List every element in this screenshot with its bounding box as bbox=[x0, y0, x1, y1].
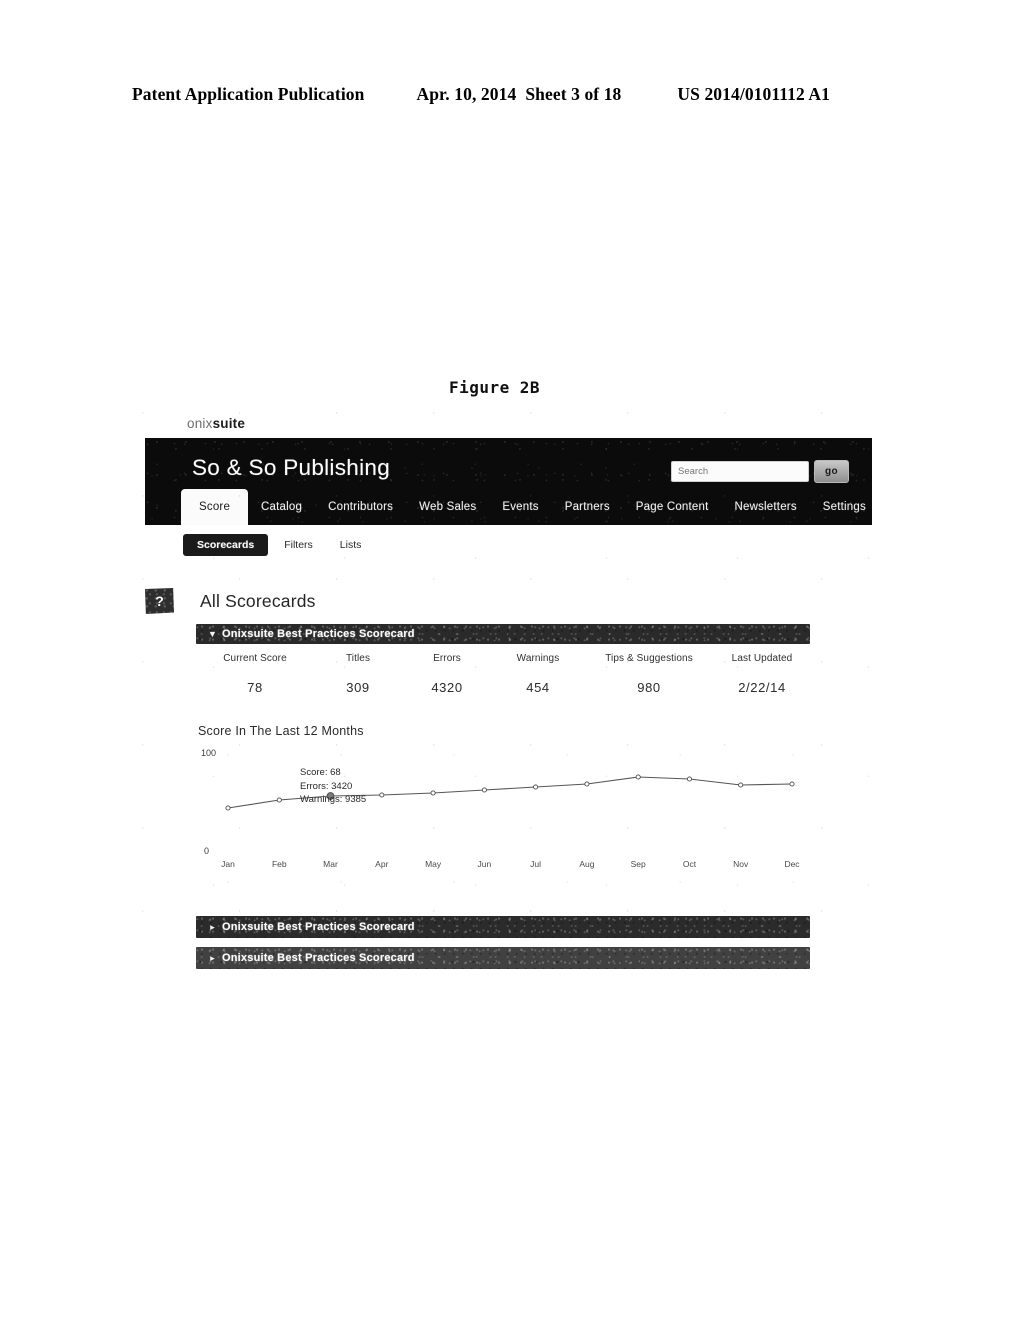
x-tick-aug: Aug bbox=[579, 859, 595, 869]
stat-header: Current Score bbox=[223, 653, 287, 664]
subnav-item-lists[interactable]: Lists bbox=[329, 535, 373, 555]
subnav-item-scorecards[interactable]: Scorecards bbox=[183, 534, 269, 556]
x-tick-oct: Oct bbox=[682, 859, 697, 869]
search-input[interactable] bbox=[671, 461, 809, 482]
chart-point-aug[interactable] bbox=[584, 781, 590, 787]
tooltip-errors: Errors: 3420 bbox=[300, 780, 353, 792]
sub-navigation: Scorecards Filters Lists bbox=[183, 534, 372, 556]
patent-date: Apr. 10, 2014 bbox=[416, 84, 517, 104]
app-title: So & So Publishing bbox=[192, 455, 391, 480]
page-title: All Scorecards bbox=[200, 590, 316, 611]
scorecard-accordion-expanded[interactable]: ▼ Onixsuite Best Practices Scorecard bbox=[196, 624, 810, 644]
search-area: go bbox=[671, 460, 849, 483]
scorecard-accordion-label: Onixsuite Best Practices Scorecard bbox=[222, 952, 415, 964]
tab-newsletters[interactable]: Newsletters bbox=[722, 489, 810, 525]
subnav-item-filters[interactable]: Filters bbox=[273, 535, 324, 555]
tab-partners[interactable]: Partners bbox=[552, 489, 623, 525]
chart-point-jul[interactable] bbox=[533, 784, 539, 790]
scorecard-stats-table: Current Score 78 Titles 309 Errors 4320 … bbox=[196, 653, 810, 695]
stat-value: 980 bbox=[637, 680, 661, 695]
tab-catalog[interactable]: Catalog bbox=[248, 489, 315, 525]
stat-warnings: Warnings 454 bbox=[492, 653, 584, 695]
stat-value: 78 bbox=[247, 680, 263, 695]
chart-point-oct[interactable] bbox=[686, 776, 693, 782]
chevron-right-icon: ▸ bbox=[210, 921, 215, 932]
stat-errors: Errors 4320 bbox=[402, 653, 492, 695]
scorecard-accordion-label: Onixsuite Best Practices Scorecard bbox=[222, 628, 415, 640]
x-tick-jul: Jul bbox=[530, 859, 542, 869]
help-question-icon[interactable]: ? bbox=[145, 588, 174, 614]
patent-publication-label: Patent Application Publication bbox=[132, 84, 365, 104]
stat-value: 309 bbox=[346, 680, 370, 695]
stat-tips-suggestions: Tips & Suggestions 980 bbox=[584, 653, 714, 695]
chart-point-apr[interactable] bbox=[379, 792, 385, 798]
stat-header: Errors bbox=[433, 653, 461, 664]
x-axis-tick-labels: Jan Feb Mar Apr May Jun Jul Aug Sep Oct Nov Dec bbox=[196, 859, 810, 873]
x-tick-dec: Dec bbox=[784, 859, 800, 869]
figure-number: 2B bbox=[519, 378, 541, 397]
stat-header: Titles bbox=[345, 653, 371, 664]
patent-date-sheet: Apr. 10, 2014 Sheet 3 of 18 bbox=[416, 84, 621, 105]
tooltip-warnings: Warnings: 9385 bbox=[300, 794, 367, 805]
tab-contributors[interactable]: Contributors bbox=[315, 489, 406, 525]
figure-label: Figure bbox=[449, 378, 510, 397]
scorecard-accordion-collapsed-2[interactable]: ▸ Onixsuite Best Practices Scorecard bbox=[196, 947, 810, 969]
chevron-right-icon: ▸ bbox=[210, 952, 215, 963]
stat-value: 4320 bbox=[431, 680, 463, 695]
chart-plot-svg bbox=[225, 774, 795, 811]
scorecard-accordion-label: Onixsuite Best Practices Scorecard bbox=[222, 921, 415, 933]
chart-point-jun[interactable] bbox=[481, 787, 487, 793]
stat-titles: Titles 309 bbox=[314, 653, 402, 695]
tooltip-score: Score: 68 bbox=[300, 767, 341, 778]
tab-events[interactable]: Events bbox=[489, 489, 551, 525]
stat-header: Last Updated bbox=[731, 653, 793, 664]
x-tick-feb: Feb bbox=[271, 859, 287, 869]
x-tick-jan: Jan bbox=[221, 859, 235, 869]
x-tick-apr: Apr bbox=[375, 859, 389, 869]
chart-point-dec[interactable] bbox=[789, 781, 795, 787]
x-tick-may: May bbox=[425, 859, 442, 869]
tab-settings[interactable]: Settings bbox=[810, 489, 872, 525]
x-tick-mar: Mar bbox=[323, 859, 338, 869]
brand-bold-part: suite bbox=[212, 416, 246, 431]
chevron-down-icon: ▼ bbox=[208, 628, 217, 639]
stat-header: Warnings bbox=[516, 653, 560, 664]
patent-page-header: Patent Application Publication Apr. 10, … bbox=[132, 84, 888, 105]
onixsuite-logo: onixsuite bbox=[187, 416, 245, 431]
chart-tooltip: Score: 68 Errors: 3420 Warnings: 9385 bbox=[300, 766, 366, 807]
stat-last-updated: Last Updated 2/22/14 bbox=[714, 653, 810, 695]
stat-value: 2/22/14 bbox=[738, 680, 786, 695]
tab-web-sales[interactable]: Web Sales bbox=[406, 489, 489, 525]
stat-header: Tips & Suggestions bbox=[605, 653, 693, 664]
chart-point-nov[interactable] bbox=[738, 782, 744, 788]
stat-current-score: Current Score 78 bbox=[196, 653, 314, 695]
screenshot-region: onixsuite So & So Publishing go Score Ca… bbox=[131, 398, 889, 983]
x-tick-sep: Sep bbox=[630, 859, 646, 869]
chart-title: Score In The Last 12 Months bbox=[198, 724, 364, 738]
chart-point-feb[interactable] bbox=[276, 797, 282, 803]
patent-sheet: Sheet 3 of 18 bbox=[525, 84, 622, 104]
x-tick-nov: Nov bbox=[733, 859, 749, 869]
chart-point-sep[interactable] bbox=[635, 774, 641, 780]
tab-score[interactable]: Score bbox=[181, 489, 249, 525]
main-navigation: Score Catalog Contributors Web Sales Eve… bbox=[181, 489, 872, 525]
score-line-chart: 100 0 Score: 68 Errors: 3420 Warnings: 9… bbox=[196, 746, 810, 876]
x-tick-jun: Jun bbox=[477, 859, 492, 869]
scorecard-accordion-collapsed-1[interactable]: ▸ Onixsuite Best Practices Scorecard bbox=[196, 916, 810, 938]
patent-number: US 2014/0101112 A1 bbox=[677, 84, 830, 104]
chart-point-may[interactable] bbox=[430, 790, 436, 796]
figure-caption: Figure 2B bbox=[449, 378, 540, 397]
app-header-bar: So & So Publishing go Score Catalog Cont… bbox=[145, 438, 872, 525]
brand-light-part: onix bbox=[187, 416, 213, 431]
search-go-button[interactable]: go bbox=[814, 460, 849, 483]
chart-point-jan[interactable] bbox=[225, 805, 231, 811]
page-title-row: ? All Scorecards bbox=[145, 588, 316, 614]
stat-value: 454 bbox=[526, 680, 550, 695]
tab-page-content[interactable]: Page Content bbox=[623, 489, 722, 525]
